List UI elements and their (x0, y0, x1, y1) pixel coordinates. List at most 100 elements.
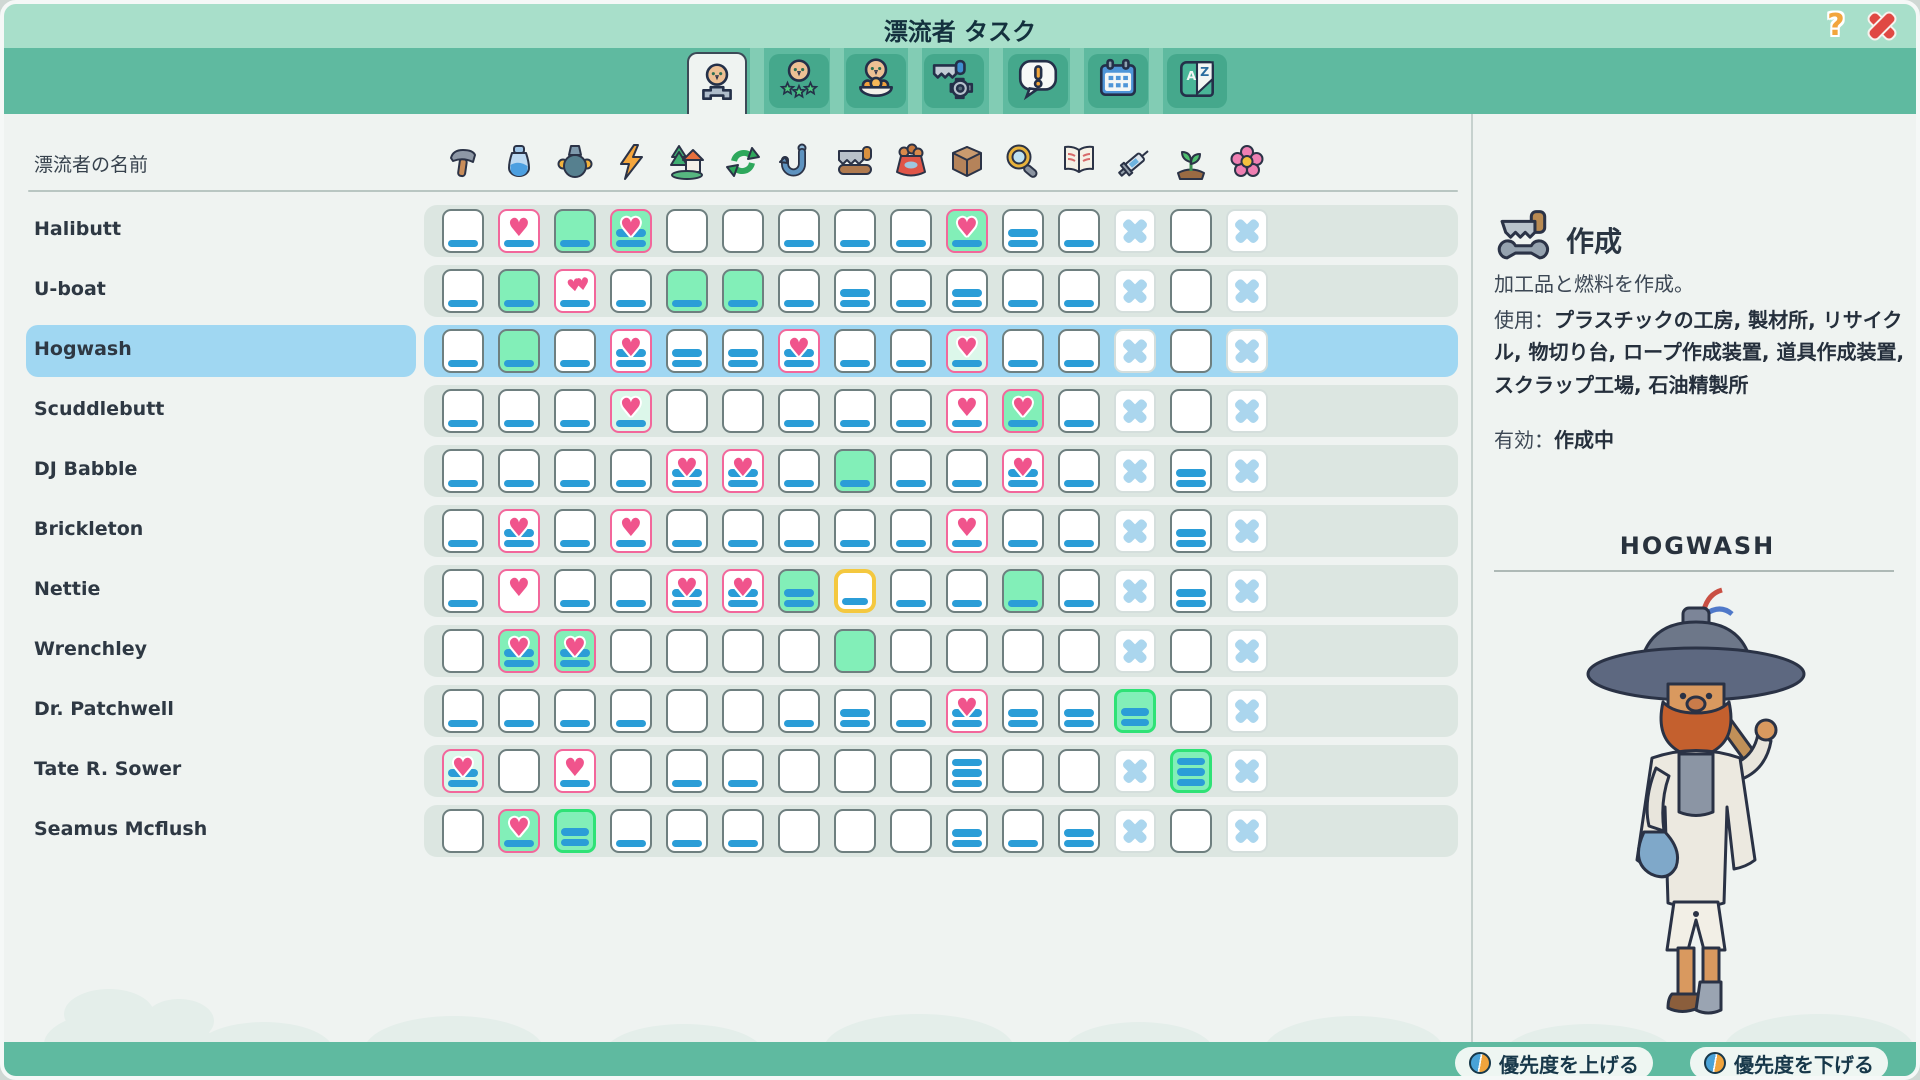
tab-drifter-skills-tab[interactable] (769, 54, 829, 108)
task-cell[interactable] (554, 569, 596, 613)
task-cell[interactable] (442, 269, 484, 313)
task-cell[interactable] (442, 569, 484, 613)
task-cell[interactable] (1058, 269, 1100, 313)
task-cell[interactable] (722, 689, 764, 733)
task-cell[interactable] (778, 269, 820, 313)
task-cell[interactable] (554, 209, 596, 253)
magnifier-icon[interactable] (1003, 140, 1043, 184)
task-cell[interactable] (834, 209, 876, 253)
task-cell[interactable] (610, 749, 652, 793)
task-cell[interactable] (1058, 329, 1100, 373)
task-cell[interactable] (890, 689, 932, 733)
task-cell[interactable] (498, 749, 540, 793)
outpost-icon[interactable] (667, 140, 707, 184)
task-cell[interactable] (1170, 749, 1212, 793)
task-cell[interactable]: ♥ (946, 329, 988, 373)
task-cell[interactable] (666, 269, 708, 313)
task-cell[interactable] (1058, 629, 1100, 673)
task-cell[interactable] (1114, 809, 1156, 853)
task-cell[interactable] (1002, 809, 1044, 853)
tab-glossary-tab[interactable]: AZ (1167, 54, 1227, 108)
drifter-name[interactable]: Seamus Mcflush (34, 818, 207, 840)
task-cell[interactable]: ♥ (610, 329, 652, 373)
task-cell[interactable] (778, 509, 820, 553)
task-cell[interactable] (554, 809, 596, 853)
task-cell[interactable] (1002, 269, 1044, 313)
task-cell[interactable] (442, 689, 484, 733)
task-cell[interactable] (442, 329, 484, 373)
task-cell[interactable] (442, 509, 484, 553)
task-cell[interactable] (946, 749, 988, 793)
task-cell[interactable] (1058, 389, 1100, 433)
task-cell[interactable] (778, 689, 820, 733)
task-cell[interactable] (554, 449, 596, 493)
task-cell[interactable] (610, 449, 652, 493)
task-cell[interactable] (498, 269, 540, 313)
task-cell[interactable] (498, 449, 540, 493)
task-cell[interactable] (834, 569, 876, 613)
task-cell[interactable] (498, 329, 540, 373)
task-cell[interactable] (498, 389, 540, 433)
drifter-name[interactable]: Brickleton (34, 518, 143, 540)
tab-alerts-tab[interactable] (1008, 54, 1068, 108)
task-cell[interactable] (722, 509, 764, 553)
task-cell[interactable] (1114, 509, 1156, 553)
task-cell[interactable] (722, 389, 764, 433)
task-cell[interactable] (1058, 569, 1100, 613)
task-cell[interactable] (1114, 269, 1156, 313)
task-cell[interactable] (722, 629, 764, 673)
task-cell[interactable] (778, 209, 820, 253)
task-cell[interactable] (666, 329, 708, 373)
drifter-name[interactable]: Halibutt (34, 218, 121, 240)
task-cell[interactable] (1058, 209, 1100, 253)
task-cell[interactable] (778, 569, 820, 613)
task-cell[interactable] (1114, 689, 1156, 733)
task-cell[interactable] (1002, 749, 1044, 793)
task-cell[interactable] (1226, 689, 1268, 733)
task-cell[interactable]: ♥♥ (554, 269, 596, 313)
task-cell[interactable] (1114, 389, 1156, 433)
task-cell[interactable] (1002, 569, 1044, 613)
task-cell[interactable] (666, 389, 708, 433)
task-cell[interactable] (1226, 209, 1268, 253)
tab-drifter-food-tab[interactable] (846, 54, 906, 108)
task-cell[interactable] (1170, 809, 1212, 853)
task-cell[interactable] (1058, 809, 1100, 853)
task-cell[interactable] (834, 689, 876, 733)
task-cell[interactable]: ♥ (610, 209, 652, 253)
task-cell[interactable] (666, 809, 708, 853)
task-cell[interactable] (722, 329, 764, 373)
task-cell[interactable] (1170, 569, 1212, 613)
task-cell[interactable] (1002, 209, 1044, 253)
task-cell[interactable] (1170, 449, 1212, 493)
drifter-name[interactable]: DJ Babble (34, 458, 137, 480)
task-cell[interactable] (610, 269, 652, 313)
task-cell[interactable]: ♥ (946, 689, 988, 733)
help-button[interactable]: ? (1818, 8, 1854, 44)
task-cell[interactable] (834, 329, 876, 373)
task-cell[interactable] (1226, 269, 1268, 313)
task-cell[interactable]: ♥ (722, 569, 764, 613)
energy-icon[interactable] (611, 140, 651, 184)
saw-icon[interactable] (835, 140, 875, 184)
task-cell[interactable] (666, 629, 708, 673)
task-cell[interactable] (666, 509, 708, 553)
task-cell[interactable] (890, 269, 932, 313)
task-cell[interactable]: ♥ (554, 749, 596, 793)
task-cell[interactable] (946, 569, 988, 613)
task-cell[interactable] (722, 269, 764, 313)
task-cell[interactable] (722, 749, 764, 793)
task-cell[interactable] (946, 629, 988, 673)
task-cell[interactable] (946, 269, 988, 313)
task-cell[interactable] (610, 689, 652, 733)
task-cell[interactable] (1170, 209, 1212, 253)
drifter-name[interactable]: Wrenchley (34, 638, 147, 660)
drifter-name[interactable]: Tate R. Sower (34, 758, 181, 780)
task-cell[interactable] (1114, 209, 1156, 253)
task-cell[interactable] (554, 329, 596, 373)
task-cell[interactable] (1226, 629, 1268, 673)
task-cell[interactable] (722, 809, 764, 853)
task-cell[interactable] (1058, 689, 1100, 733)
task-cell[interactable]: ♥ (498, 509, 540, 553)
task-cell[interactable] (1002, 629, 1044, 673)
